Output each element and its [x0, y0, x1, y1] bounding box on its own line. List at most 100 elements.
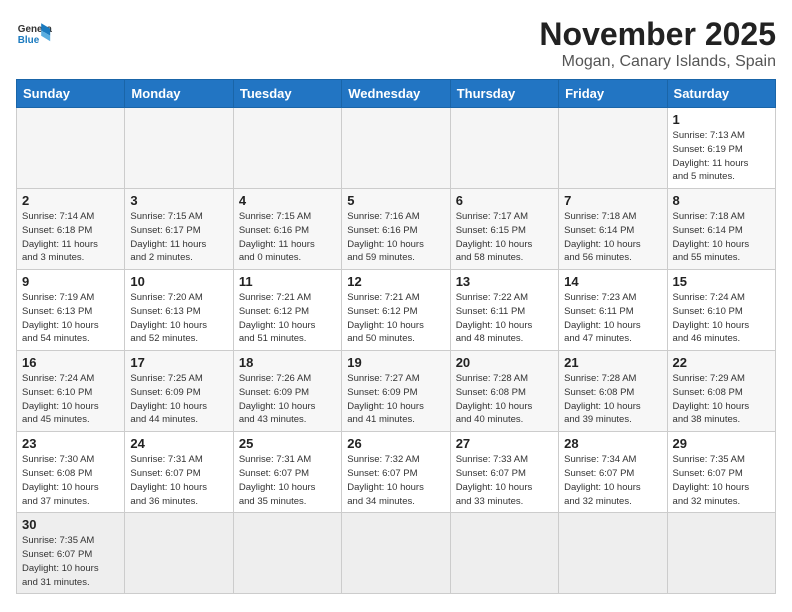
day-info: Sunrise: 7:29 AM Sunset: 6:08 PM Dayligh…	[673, 372, 770, 427]
day-info: Sunrise: 7:13 AM Sunset: 6:19 PM Dayligh…	[673, 129, 770, 184]
day-cell: 2 Sunrise: 7:14 AM Sunset: 6:18 PM Daylig…	[17, 189, 125, 270]
day-number: 11	[239, 274, 336, 289]
day-number: 30	[22, 517, 119, 532]
day-cell	[559, 513, 667, 594]
day-number: 2	[22, 193, 119, 208]
day-info: Sunrise: 7:21 AM Sunset: 6:12 PM Dayligh…	[239, 291, 336, 346]
day-cell: 6 Sunrise: 7:17 AM Sunset: 6:15 PM Daylig…	[450, 189, 558, 270]
day-number: 25	[239, 436, 336, 451]
day-info: Sunrise: 7:30 AM Sunset: 6:08 PM Dayligh…	[22, 453, 119, 508]
day-info: Sunrise: 7:15 AM Sunset: 6:17 PM Dayligh…	[130, 210, 227, 265]
day-cell	[559, 108, 667, 189]
day-cell: 20Sunrise: 7:28 AM Sunset: 6:08 PM Dayli…	[450, 351, 558, 432]
day-cell: 5Sunrise: 7:16 AM Sunset: 6:16 PM Daylig…	[342, 189, 450, 270]
day-number: 6	[456, 193, 553, 208]
header-cell-friday: Friday	[559, 80, 667, 108]
day-number: 23	[22, 436, 119, 451]
day-cell	[233, 513, 341, 594]
day-number: 9	[22, 274, 119, 289]
day-number: 7	[564, 193, 661, 208]
header-cell-thursday: Thursday	[450, 80, 558, 108]
day-number: 21	[564, 355, 661, 370]
calendar-table: SundayMondayTuesdayWednesdayThursdayFrid…	[16, 79, 776, 594]
day-info: Sunrise: 7:22 AM Sunset: 6:11 PM Dayligh…	[456, 291, 553, 346]
day-info: Sunrise: 7:35 AM Sunset: 6:07 PM Dayligh…	[22, 534, 119, 589]
day-info: Sunrise: 7:35 AM Sunset: 6:07 PM Dayligh…	[673, 453, 770, 508]
day-cell: 12 Sunrise: 7:21 AM Sunset: 6:12 PM Dayli…	[342, 270, 450, 351]
header-cell-monday: Monday	[125, 80, 233, 108]
day-info: Sunrise: 7:19 AM Sunset: 6:13 PM Dayligh…	[22, 291, 119, 346]
day-info: Sunrise: 7:16 AM Sunset: 6:16 PM Dayligh…	[347, 210, 444, 265]
day-cell: 29 Sunrise: 7:35 AM Sunset: 6:07 PM Dayli…	[667, 432, 775, 513]
day-cell: 8Sunrise: 7:18 AM Sunset: 6:14 PM Daylig…	[667, 189, 775, 270]
day-info: Sunrise: 7:23 AM Sunset: 6:11 PM Dayligh…	[564, 291, 661, 346]
header-cell-tuesday: Tuesday	[233, 80, 341, 108]
week-row-1: 2 Sunrise: 7:14 AM Sunset: 6:18 PM Daylig…	[17, 189, 776, 270]
day-number: 28	[564, 436, 661, 451]
day-info: Sunrise: 7:31 AM Sunset: 6:07 PM Dayligh…	[130, 453, 227, 508]
day-number: 19	[347, 355, 444, 370]
day-number: 27	[456, 436, 553, 451]
calendar-header: SundayMondayTuesdayWednesdayThursdayFrid…	[17, 80, 776, 108]
day-cell	[667, 513, 775, 594]
day-cell: 22Sunrise: 7:29 AM Sunset: 6:08 PM Dayli…	[667, 351, 775, 432]
calendar-body: 1 Sunrise: 7:13 AM Sunset: 6:19 PM Daylig…	[17, 108, 776, 594]
day-cell: 19Sunrise: 7:27 AM Sunset: 6:09 PM Dayli…	[342, 351, 450, 432]
day-cell	[342, 513, 450, 594]
day-info: Sunrise: 7:26 AM Sunset: 6:09 PM Dayligh…	[239, 372, 336, 427]
day-cell: 11 Sunrise: 7:21 AM Sunset: 6:12 PM Dayli…	[233, 270, 341, 351]
day-cell: 18Sunrise: 7:26 AM Sunset: 6:09 PM Dayli…	[233, 351, 341, 432]
day-info: Sunrise: 7:33 AM Sunset: 6:07 PM Dayligh…	[456, 453, 553, 508]
logo-svg: General Blue	[16, 16, 52, 52]
day-cell	[233, 108, 341, 189]
day-cell: 4Sunrise: 7:15 AM Sunset: 6:16 PM Daylig…	[233, 189, 341, 270]
logo: General Blue	[16, 16, 52, 52]
day-cell	[125, 108, 233, 189]
day-number: 14	[564, 274, 661, 289]
day-cell: 23 Sunrise: 7:30 AM Sunset: 6:08 PM Dayli…	[17, 432, 125, 513]
calendar-title: November 2025	[539, 16, 776, 53]
day-number: 24	[130, 436, 227, 451]
day-cell: 10Sunrise: 7:20 AM Sunset: 6:13 PM Dayli…	[125, 270, 233, 351]
day-cell	[17, 108, 125, 189]
day-cell: 24 Sunrise: 7:31 AM Sunset: 6:07 PM Dayli…	[125, 432, 233, 513]
header: General Blue November 2025 Mogan, Canary…	[16, 16, 776, 71]
day-number: 16	[22, 355, 119, 370]
day-number: 29	[673, 436, 770, 451]
day-cell	[450, 108, 558, 189]
day-cell: 17 Sunrise: 7:25 AM Sunset: 6:09 PM Dayli…	[125, 351, 233, 432]
week-row-2: 9 Sunrise: 7:19 AM Sunset: 6:13 PM Daylig…	[17, 270, 776, 351]
day-cell: 13Sunrise: 7:22 AM Sunset: 6:11 PM Dayli…	[450, 270, 558, 351]
day-number: 15	[673, 274, 770, 289]
day-cell: 21 Sunrise: 7:28 AM Sunset: 6:08 PM Dayli…	[559, 351, 667, 432]
day-info: Sunrise: 7:32 AM Sunset: 6:07 PM Dayligh…	[347, 453, 444, 508]
day-cell	[450, 513, 558, 594]
day-cell: 7Sunrise: 7:18 AM Sunset: 6:14 PM Daylig…	[559, 189, 667, 270]
day-info: Sunrise: 7:25 AM Sunset: 6:09 PM Dayligh…	[130, 372, 227, 427]
week-row-4: 23 Sunrise: 7:30 AM Sunset: 6:08 PM Dayli…	[17, 432, 776, 513]
day-cell: 15 Sunrise: 7:24 AM Sunset: 6:10 PM Dayli…	[667, 270, 775, 351]
title-block: November 2025 Mogan, Canary Islands, Spa…	[539, 16, 776, 71]
day-info: Sunrise: 7:24 AM Sunset: 6:10 PM Dayligh…	[22, 372, 119, 427]
day-info: Sunrise: 7:34 AM Sunset: 6:07 PM Dayligh…	[564, 453, 661, 508]
calendar-subtitle: Mogan, Canary Islands, Spain	[539, 53, 776, 71]
day-cell: 14 Sunrise: 7:23 AM Sunset: 6:11 PM Dayli…	[559, 270, 667, 351]
day-number: 12	[347, 274, 444, 289]
header-cell-saturday: Saturday	[667, 80, 775, 108]
day-info: Sunrise: 7:31 AM Sunset: 6:07 PM Dayligh…	[239, 453, 336, 508]
week-row-3: 16 Sunrise: 7:24 AM Sunset: 6:10 PM Dayli…	[17, 351, 776, 432]
day-cell: 30 Sunrise: 7:35 AM Sunset: 6:07 PM Dayli…	[17, 513, 125, 594]
day-cell: 28 Sunrise: 7:34 AM Sunset: 6:07 PM Dayli…	[559, 432, 667, 513]
header-cell-wednesday: Wednesday	[342, 80, 450, 108]
day-number: 1	[673, 112, 770, 127]
day-info: Sunrise: 7:14 AM Sunset: 6:18 PM Dayligh…	[22, 210, 119, 265]
day-info: Sunrise: 7:28 AM Sunset: 6:08 PM Dayligh…	[564, 372, 661, 427]
day-info: Sunrise: 7:24 AM Sunset: 6:10 PM Dayligh…	[673, 291, 770, 346]
header-cell-sunday: Sunday	[17, 80, 125, 108]
day-cell: 16 Sunrise: 7:24 AM Sunset: 6:10 PM Dayli…	[17, 351, 125, 432]
day-info: Sunrise: 7:17 AM Sunset: 6:15 PM Dayligh…	[456, 210, 553, 265]
day-info: Sunrise: 7:21 AM Sunset: 6:12 PM Dayligh…	[347, 291, 444, 346]
day-number: 17	[130, 355, 227, 370]
day-cell: 25 Sunrise: 7:31 AM Sunset: 6:07 PM Dayli…	[233, 432, 341, 513]
day-number: 4	[239, 193, 336, 208]
